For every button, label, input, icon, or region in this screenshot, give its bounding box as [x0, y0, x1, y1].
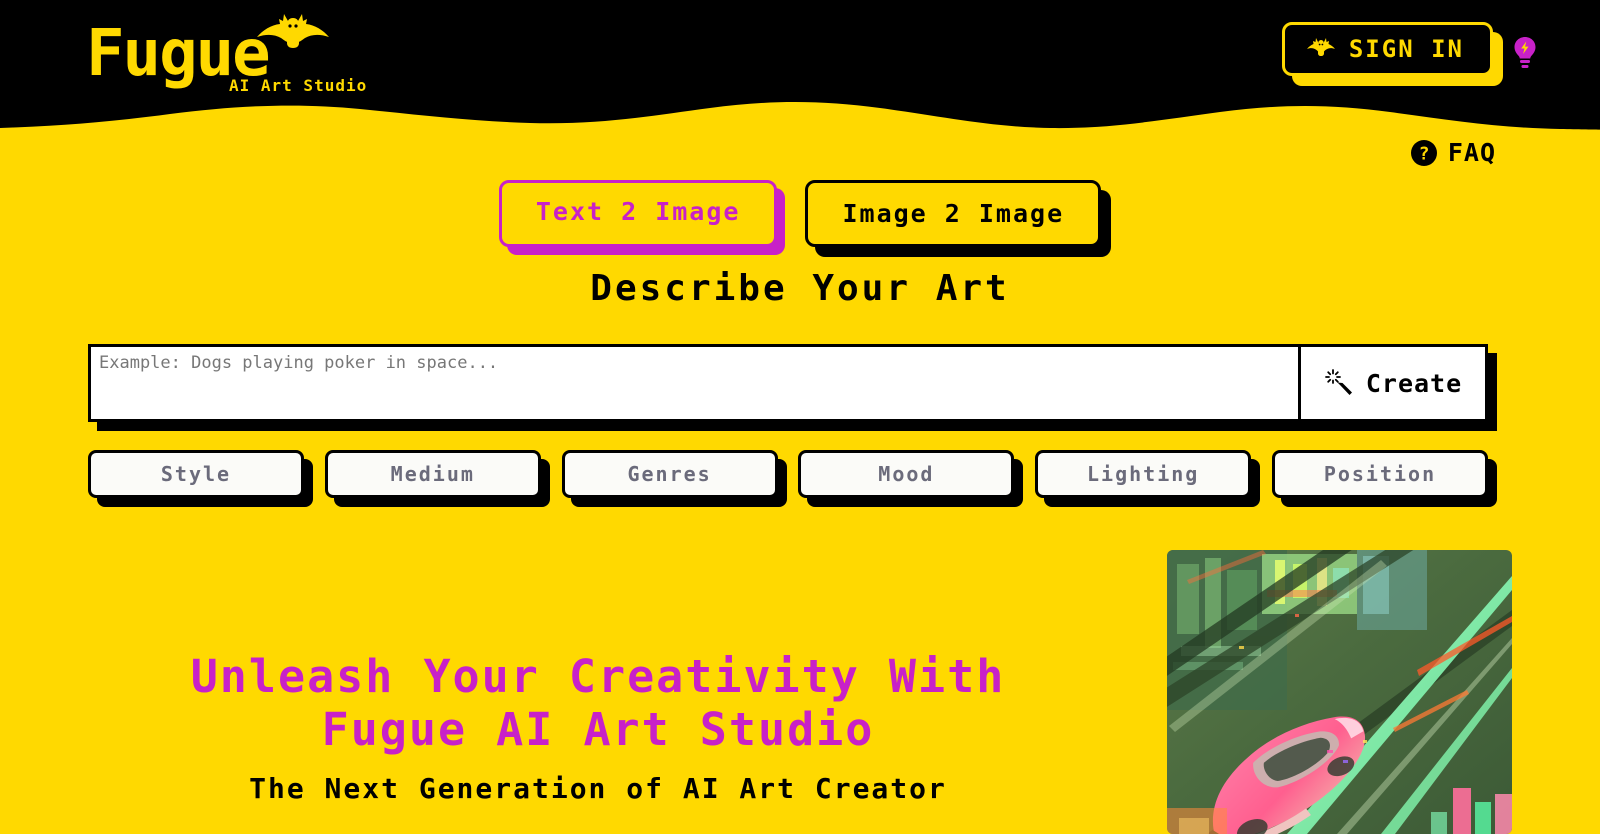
- faq-link[interactable]: ? FAQ: [1410, 138, 1496, 167]
- prompt-modifier-chips: Style Medium Genres Mood Lighting Positi…: [88, 450, 1488, 498]
- chip-genres[interactable]: Genres: [561, 450, 778, 498]
- question-circle-icon: ?: [1410, 139, 1437, 166]
- tab-image-2-image[interactable]: Image 2 Image: [805, 180, 1102, 247]
- chip-mood[interactable]: Mood: [798, 450, 1015, 498]
- lightbulb-icon[interactable]: [1512, 36, 1538, 70]
- hero-subtitle: The Next Generation of AI Art Creator: [249, 772, 947, 806]
- magic-wand-icon: [1324, 369, 1352, 395]
- signin-button-wrapper: SIGN IN: [1281, 22, 1493, 76]
- header-wave-divider: [0, 102, 1600, 150]
- mode-tabs: Text 2 Image Image 2 Image: [0, 180, 1600, 247]
- page-title: Describe Your Art: [590, 268, 1010, 309]
- create-label: Create: [1365, 368, 1463, 398]
- chip-medium[interactable]: Medium: [324, 450, 541, 498]
- prompt-input-row: Create: [88, 344, 1488, 422]
- prompt-input[interactable]: [91, 347, 1301, 419]
- hero-title-line-2: Fugue AI Art Studio: [321, 703, 875, 757]
- create-button[interactable]: Create: [1301, 347, 1485, 419]
- logo[interactable]: Fugue AI Art Studio: [86, 14, 416, 100]
- svg-text:?: ?: [1418, 143, 1429, 164]
- hero-sample-image: [1167, 550, 1512, 834]
- hero-title-line-1: Unleash Your Creativity With: [190, 650, 1006, 703]
- signin-button[interactable]: SIGN IN: [1281, 22, 1493, 76]
- faq-label: FAQ: [1447, 138, 1496, 167]
- signin-label: SIGN IN: [1348, 35, 1464, 63]
- chip-style[interactable]: Style: [88, 450, 304, 498]
- neon-car-artwork: [1167, 550, 1512, 834]
- chip-lighting[interactable]: Lighting: [1035, 450, 1252, 498]
- bat-icon: [1306, 38, 1335, 56]
- bat-icon: [257, 14, 329, 48]
- chip-position[interactable]: Position: [1271, 450, 1488, 498]
- hero-copy: Unleash Your Creativity With Fugue AI Ar…: [88, 650, 1108, 805]
- hero-title: Unleash Your Creativity With Fugue AI Ar…: [88, 650, 1108, 756]
- tab-text-2-image[interactable]: Text 2 Image: [498, 180, 778, 247]
